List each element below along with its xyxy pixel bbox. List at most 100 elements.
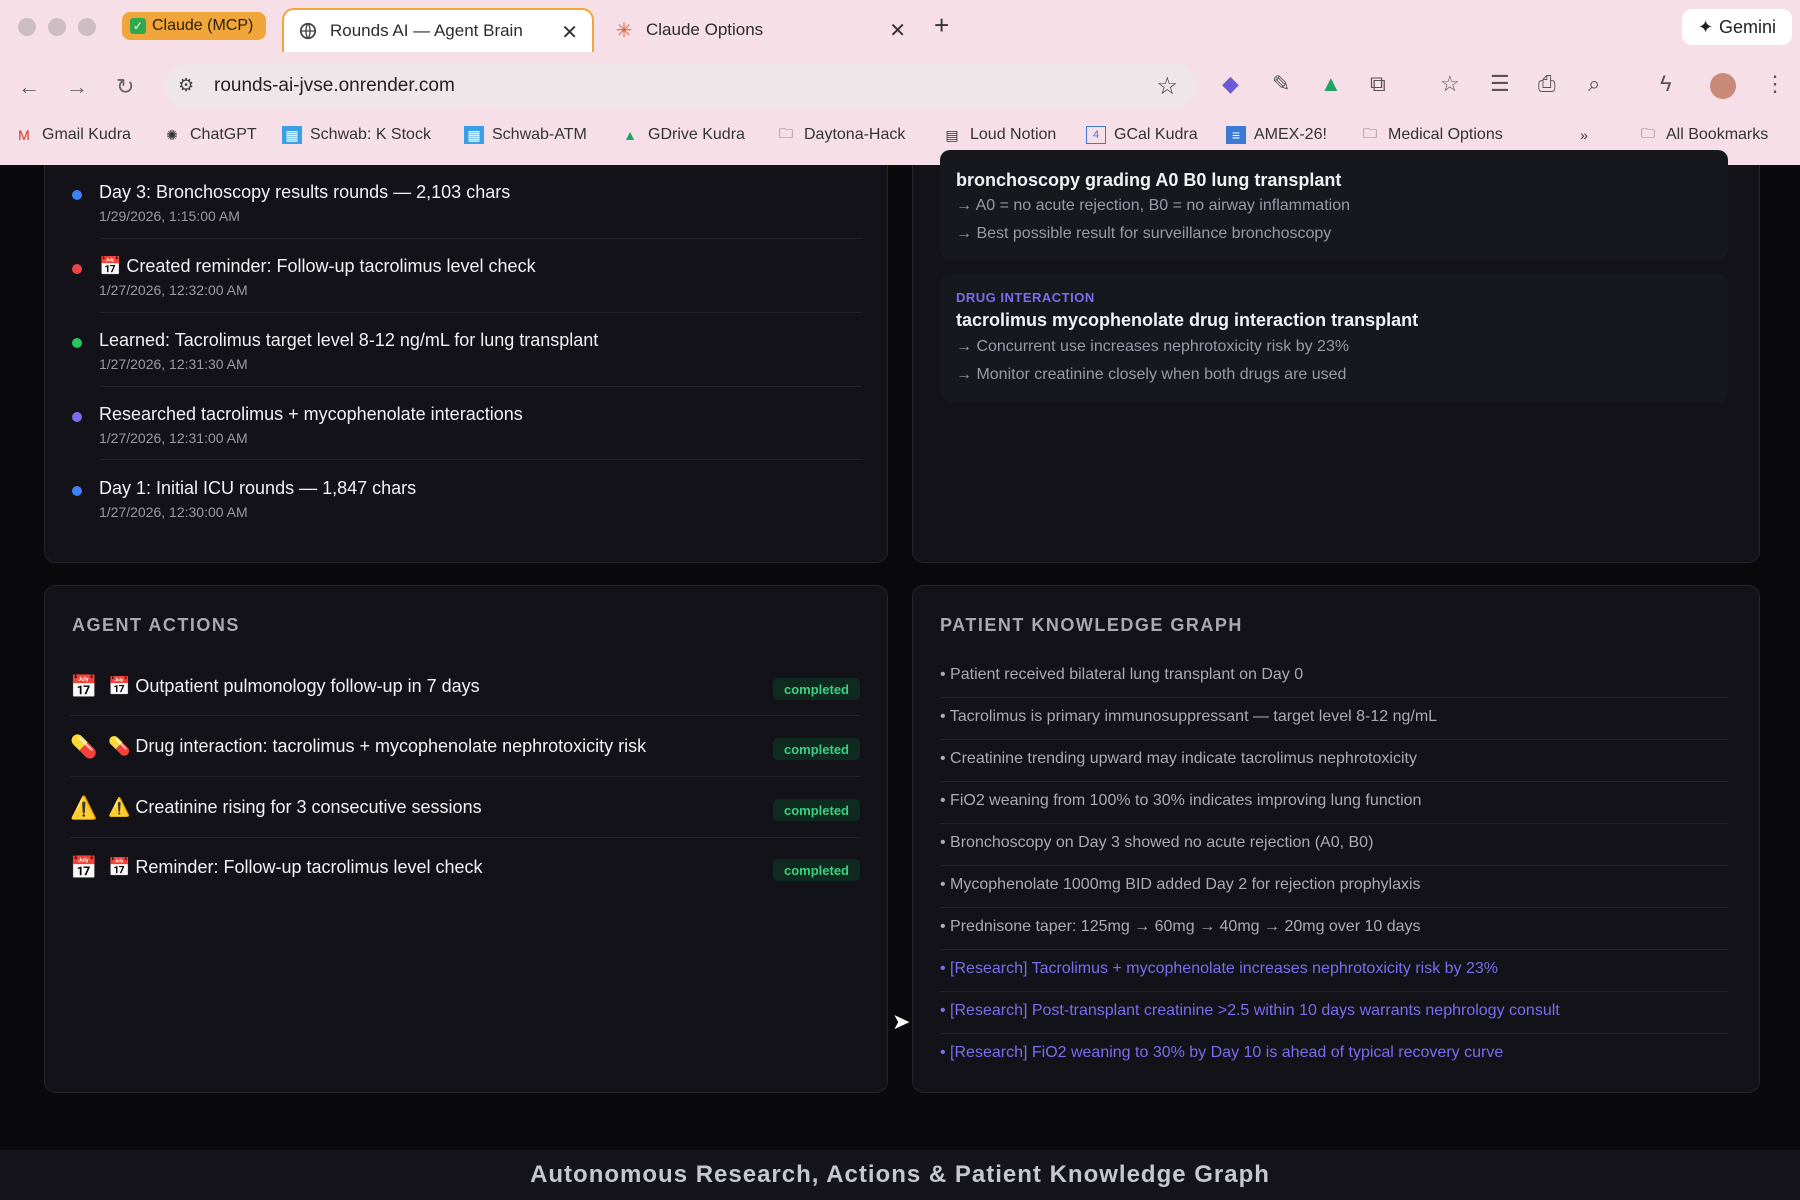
divider bbox=[940, 949, 1728, 950]
timeline-dot bbox=[72, 264, 82, 274]
timeline-dot bbox=[72, 486, 82, 496]
bookmark-gmail[interactable]: M Gmail Kudra bbox=[14, 126, 131, 144]
reading-star-icon[interactable]: ☆ bbox=[1440, 71, 1460, 97]
divider bbox=[940, 865, 1728, 866]
reload-icon[interactable]: ↻ bbox=[116, 74, 134, 100]
divider bbox=[100, 386, 862, 387]
folder-icon: 🗀 bbox=[779, 125, 793, 141]
bookmark-star-icon[interactable]: ☆ bbox=[1156, 72, 1178, 101]
globe-icon bbox=[298, 21, 318, 41]
avatar[interactable] bbox=[1710, 73, 1736, 99]
forward-arrow-icon[interactable]: → bbox=[66, 74, 88, 100]
bookmark-schwab-stock[interactable]: ▦ Schwab: K Stock bbox=[282, 126, 431, 144]
divider bbox=[100, 312, 862, 313]
new-tab-button[interactable]: + bbox=[934, 10, 949, 41]
status-badge: completed bbox=[772, 678, 860, 700]
gmail-icon: M bbox=[18, 127, 30, 143]
timeline-dot bbox=[72, 412, 82, 422]
screen-search-icon[interactable]: ⌕ bbox=[1588, 71, 1600, 97]
sparkle-icon: ✦ bbox=[1697, 16, 1714, 37]
bookmark-schwab-atm[interactable]: ▦ Schwab-ATM bbox=[464, 126, 587, 144]
folder-icon: 🗀 bbox=[1641, 125, 1655, 141]
status-badge: completed bbox=[772, 738, 860, 760]
print-icon[interactable]: ⎙ bbox=[1538, 71, 1556, 97]
action-item: 💊 💊 Drug interaction: tacrolimus + mycop… bbox=[70, 730, 860, 790]
browser-toolbar: ← → ↻ ⚙ rounds-ai-jvse.onrender.com ☆ ◆ … bbox=[0, 54, 1800, 118]
url-text: rounds-ai-jvse.onrender.com bbox=[214, 75, 455, 96]
notion-icon: ▤ bbox=[945, 126, 959, 143]
tab-strip: ✓ Claude (MCP) Rounds AI — Agent Brain ✕… bbox=[0, 0, 1800, 54]
puzzle-icon[interactable]: ⧉ bbox=[1370, 71, 1386, 97]
divider bbox=[940, 907, 1728, 908]
calendar-icon: 4 bbox=[1086, 126, 1106, 144]
mouse-cursor-icon: ➤ bbox=[892, 1009, 911, 1034]
divider bbox=[70, 837, 860, 838]
knowledge-fact: • Prednisone taper: 125mg → 60mg → 40mg … bbox=[940, 918, 1421, 935]
bookmark-gdrive[interactable]: ▲ GDrive Kudra bbox=[620, 126, 745, 144]
timeline-dot bbox=[72, 338, 82, 348]
knowledge-fact-research: • [Research] Post-transplant creatinine … bbox=[940, 1002, 1560, 1019]
divider bbox=[70, 715, 860, 716]
maximize-window-button[interactable] bbox=[78, 18, 96, 36]
knowledge-fact-research: • [Research] FiO2 weaning to 30% by Day … bbox=[940, 1044, 1504, 1061]
section-title: AGENT ACTIONS bbox=[72, 615, 240, 635]
divider bbox=[100, 459, 862, 460]
bookmark-loud-notion[interactable]: ▤ Loud Notion bbox=[942, 126, 1056, 144]
divider bbox=[940, 991, 1728, 992]
close-tab-icon[interactable]: ✕ bbox=[889, 18, 906, 43]
tab-label: Claude Options bbox=[646, 20, 764, 39]
divider bbox=[100, 238, 862, 239]
divider bbox=[940, 781, 1728, 782]
close-window-button[interactable] bbox=[18, 18, 36, 36]
site-settings-icon[interactable]: ⚙ bbox=[178, 75, 194, 96]
bookmark-gcal[interactable]: 4 GCal Kudra bbox=[1086, 126, 1198, 144]
tab-claude-options[interactable]: ✳ Claude Options ✕ bbox=[604, 8, 920, 52]
doc-icon: ≡ bbox=[1226, 126, 1246, 144]
browser-chrome: ✓ Claude (MCP) Rounds AI — Agent Brain ✕… bbox=[0, 0, 1800, 165]
close-tab-icon[interactable]: ✕ bbox=[561, 20, 578, 45]
bookmark-medical-options[interactable]: 🗀 Medical Options bbox=[1360, 125, 1503, 144]
knowledge-fact: • Creatinine trending upward may indicat… bbox=[940, 750, 1417, 767]
tab-rounds-ai[interactable]: Rounds AI — Agent Brain ✕ bbox=[282, 8, 594, 52]
timeline-item: 📅 Created reminder: Follow-up tacrolimus… bbox=[72, 256, 862, 314]
action-item: 📅 📅 Reminder: Follow-up tacrolimus level… bbox=[70, 851, 860, 911]
gemini-button[interactable]: ✦ Gemini bbox=[1682, 9, 1792, 45]
extension-icon[interactable]: ◆ bbox=[1222, 71, 1239, 97]
back-arrow-icon[interactable]: ← bbox=[18, 74, 40, 100]
chatgpt-icon: ✺ bbox=[166, 126, 178, 143]
knowledge-fact: • Bronchoscopy on Day 3 showed no acute … bbox=[940, 834, 1374, 851]
claude-spark-icon: ✳ bbox=[615, 19, 633, 42]
schwab-icon: ▦ bbox=[282, 126, 302, 144]
pen-icon[interactable]: ✎ bbox=[1272, 71, 1290, 97]
divider bbox=[940, 823, 1728, 824]
bookmarks-bar: M Gmail Kudra ✺ ChatGPT ▦ Schwab: K Stock ▦… bbox=[0, 118, 1800, 154]
warning-icon: ⚠️ bbox=[70, 795, 98, 820]
knowledge-fact: • FiO2 weaning from 100% to 30% indicate… bbox=[940, 792, 1422, 809]
tab-label: Rounds AI — Agent Brain bbox=[330, 21, 523, 40]
divider bbox=[940, 1033, 1728, 1034]
all-bookmarks[interactable]: 🗀 All Bookmarks bbox=[1638, 125, 1768, 144]
research-card: bronchoscopy grading A0 B0 lung transpla… bbox=[940, 150, 1728, 260]
menu-dots-icon[interactable]: ⋮ bbox=[1764, 71, 1786, 97]
schwab-icon: ▦ bbox=[464, 126, 484, 144]
timeline-dot bbox=[72, 190, 82, 200]
folder-icon: 🗀 bbox=[1363, 125, 1377, 141]
knowledge-fact-research: • [Research] Tacrolimus + mycophenolate … bbox=[940, 960, 1499, 977]
bookmark-daytona[interactable]: 🗀 Daytona-Hack bbox=[776, 125, 905, 144]
divider bbox=[70, 776, 860, 777]
bookmark-amex[interactable]: ≡ AMEX-26! bbox=[1226, 126, 1327, 144]
drive-icon[interactable]: ▲ bbox=[1320, 71, 1342, 97]
reading-list-icon[interactable]: ☰ bbox=[1490, 71, 1510, 97]
tab-group-claude-mcp[interactable]: ✓ Claude (MCP) bbox=[122, 12, 266, 40]
address-bar[interactable]: ⚙ rounds-ai-jvse.onrender.com ☆ bbox=[164, 64, 1196, 108]
performance-icon[interactable]: ϟ bbox=[1660, 71, 1672, 97]
tab-group-label: Claude (MCP) bbox=[152, 17, 254, 34]
section-title: PATIENT KNOWLEDGE GRAPH bbox=[940, 615, 1243, 635]
bookmark-chatgpt[interactable]: ✺ ChatGPT bbox=[162, 126, 257, 144]
calendar-icon: 📅 bbox=[70, 674, 98, 699]
status-badge: completed bbox=[772, 859, 860, 881]
calendar-icon: 📅 bbox=[70, 855, 98, 880]
more-bookmarks-icon[interactable]: » bbox=[1574, 126, 1594, 144]
minimize-window-button[interactable] bbox=[48, 18, 66, 36]
divider bbox=[940, 697, 1728, 698]
